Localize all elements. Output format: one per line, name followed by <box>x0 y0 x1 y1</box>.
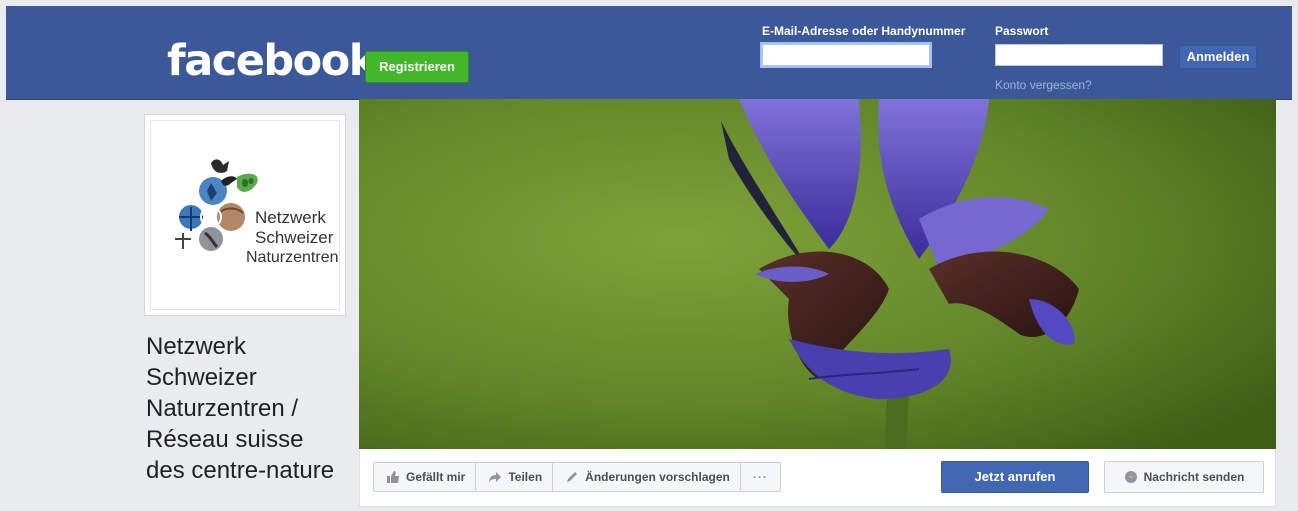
organization-logo: Netzwerk Schweizer Naturzentren <box>150 120 340 310</box>
facebook-logo[interactable]: facebook <box>167 36 377 86</box>
email-label: E-Mail-Adresse oder Handynummer <box>762 24 966 38</box>
send-message-button[interactable]: Nachricht senden <box>1104 461 1264 493</box>
like-label: Gefällt mir <box>406 470 466 484</box>
thumbs-up-icon <box>387 471 399 483</box>
cover-photo[interactable] <box>359 99 1276 449</box>
email-field[interactable] <box>762 44 930 66</box>
call-now-button[interactable]: Jetzt anrufen <box>941 461 1089 493</box>
page-title: Netzwerk Schweizer Naturzentren / Réseau… <box>146 333 335 484</box>
password-field[interactable] <box>995 44 1163 66</box>
pencil-icon <box>567 472 578 482</box>
forgot-account-link[interactable]: Konto vergessen? <box>995 78 1092 92</box>
logo-text-line3: Naturzentren <box>246 249 339 266</box>
logo-text-line1: Netzwerk <box>255 208 326 227</box>
page-action-bar: Gefällt mir Teilen Änderungen vorschlage… <box>359 449 1276 507</box>
register-button[interactable]: Registrieren <box>365 51 469 83</box>
send-message-label: Nachricht senden <box>1143 470 1245 484</box>
messenger-icon <box>1124 471 1137 483</box>
page-actions-group: Gefällt mir Teilen Änderungen vorschlage… <box>373 462 781 492</box>
suggest-edits-button[interactable]: Änderungen vorschlagen <box>553 463 741 491</box>
top-bar: facebook Registrieren E-Mail-Adresse ode… <box>6 6 1292 100</box>
profile-picture[interactable]: Netzwerk Schweizer Naturzentren <box>144 114 346 316</box>
share-arrow-icon <box>489 472 502 483</box>
password-label: Passwort <box>995 24 1049 38</box>
more-options-button[interactable]: ··· <box>741 463 780 491</box>
logo-text-line2: Schweizer <box>255 228 334 247</box>
share-label: Teilen <box>508 470 543 484</box>
like-button[interactable]: Gefällt mir <box>374 463 477 491</box>
login-button[interactable]: Anmelden <box>1179 45 1257 69</box>
share-button[interactable]: Teilen <box>476 463 554 491</box>
suggest-edits-label: Änderungen vorschlagen <box>585 470 730 484</box>
